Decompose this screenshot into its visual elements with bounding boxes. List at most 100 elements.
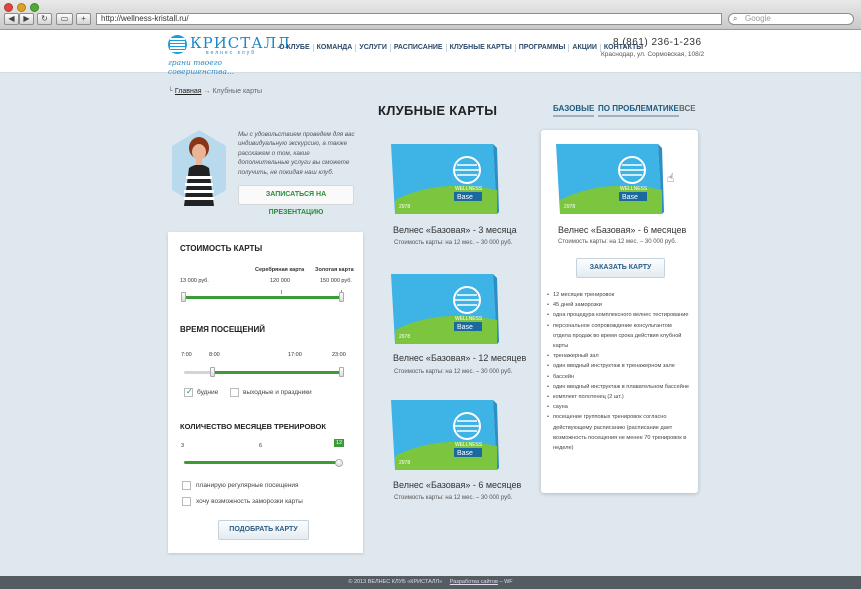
freeze-option-checkbox[interactable] bbox=[182, 497, 191, 506]
months-selected-badge: 12 bbox=[334, 439, 344, 447]
list-item: один вводный инструктаж в плавательном б… bbox=[547, 382, 690, 392]
featured-card-price: Стоимость карты: на 12 мес. – 30 000 руб… bbox=[558, 239, 677, 245]
card-year-text: 2978 bbox=[399, 204, 410, 210]
nav-item-club-cards[interactable]: КЛУБНЫЕ КАРТЫ bbox=[447, 44, 516, 52]
list-item: один вводный инструктаж в тренажерном за… bbox=[547, 361, 690, 371]
zoom-window-icon[interactable] bbox=[30, 3, 39, 12]
featured-card-panel: WELLNESS Base 2978 Велнес «Базовая» - 6 … bbox=[541, 130, 698, 493]
bookmarks-icon[interactable]: ▭ bbox=[56, 13, 73, 25]
silver-card-value: 120 000 bbox=[270, 278, 290, 284]
club-card-image[interactable]: WELLNESS Base 2978 bbox=[554, 140, 664, 220]
developer-link[interactable]: Разработка сайтов bbox=[450, 579, 498, 585]
signup-presentation-button[interactable]: ЗАПИСАТЬСЯ НА ПРЕЗЕНТАЦИЮ bbox=[238, 185, 354, 216]
cost-tick bbox=[281, 290, 282, 294]
months-tick-label: 6 bbox=[259, 443, 263, 449]
logo-subtitle: велнес клуб bbox=[206, 50, 257, 56]
card-base-text: Base bbox=[457, 450, 473, 457]
card-base-text: Base bbox=[457, 194, 473, 201]
footer-copyright: © 2013 ВЕЛНЕС КЛУБ «КРИСТАЛЛ» bbox=[348, 579, 443, 585]
freeze-option-label: хочу возможность заморозки карты bbox=[196, 498, 303, 505]
time-slider-max-handle[interactable] bbox=[339, 367, 344, 377]
card-title[interactable]: Велнес «Базовая» - 6 месяцев bbox=[393, 480, 521, 490]
nav-item-schedule[interactable]: РАСПИСАНИЕ bbox=[391, 44, 447, 52]
gold-card-value: 150 000 руб. bbox=[320, 278, 352, 284]
promo-text: Мы с удовольствием проведем для вас инди… bbox=[238, 131, 355, 176]
cost-slider-max-handle[interactable] bbox=[339, 292, 344, 302]
list-item: 45 дней заморозки bbox=[547, 300, 690, 310]
card-year-text: 2978 bbox=[399, 460, 410, 466]
breadcrumb-current: Клубные карты bbox=[212, 88, 263, 95]
order-card-button[interactable]: ЗАКАЗАТЬ КАРТУ bbox=[576, 258, 665, 278]
regular-visits-checkbox[interactable] bbox=[182, 481, 191, 490]
page-title: КЛУБНЫЕ КАРТЫ bbox=[378, 103, 498, 118]
logo-mark-icon bbox=[168, 35, 187, 54]
time-slider-min-handle[interactable] bbox=[210, 367, 215, 377]
club-card-image[interactable]: WELLNESS Base 2978 bbox=[389, 140, 499, 220]
find-card-button[interactable]: ПОДОБРАТЬ КАРТУ bbox=[218, 520, 309, 540]
breadcrumb-home[interactable]: Главная bbox=[175, 88, 202, 95]
hand-cursor-icon: ☝ bbox=[667, 171, 675, 185]
nav-item-services[interactable]: УСЛУГИ bbox=[356, 44, 391, 52]
months-filter-title: КОЛИЧЕСТВО МЕСЯЦЕВ ТРЕНИРОВОК bbox=[180, 422, 326, 431]
card-wellness-text: WELLNESS bbox=[455, 186, 483, 192]
club-card-image[interactable]: WELLNESS Base 2978 bbox=[389, 396, 499, 476]
breadcrumb-corner-icon: └ bbox=[168, 88, 173, 95]
list-item: 12 месяцев тренировок bbox=[547, 290, 690, 300]
close-window-icon[interactable] bbox=[4, 3, 13, 12]
minimize-window-icon[interactable] bbox=[17, 3, 26, 12]
card-price: Стоимость карты: на 12 мес. – 30 000 руб… bbox=[394, 369, 513, 375]
list-item: одна процедура комплексного велнес тести… bbox=[547, 310, 690, 320]
add-tab-icon[interactable]: + bbox=[76, 13, 91, 25]
browser-chrome: ◀ ▶ ↻ ▭ + http://wellness-kristall.ru/ ⌕… bbox=[0, 0, 861, 30]
time-tick-label: 8:00 bbox=[209, 352, 220, 358]
site-footer: © 2013 ВЕЛНЕС КЛУБ «КРИСТАЛЛ» Разработка… bbox=[0, 576, 861, 589]
card-price: Стоимость карты: на 12 мес. – 30 000 руб… bbox=[394, 495, 513, 501]
list-item: посещение групповых тренировок согласно … bbox=[547, 412, 690, 453]
site-logo[interactable]: КРИСТАЛЛ велнес клуб грани твоего соверш… bbox=[168, 33, 290, 76]
weekdays-checkbox[interactable] bbox=[184, 387, 193, 397]
list-item: сауна bbox=[547, 402, 690, 412]
nav-item-promotions[interactable]: АКЦИИ bbox=[569, 44, 601, 52]
time-tick-label: 7:00 bbox=[181, 352, 192, 358]
card-base-text: Base bbox=[622, 194, 638, 201]
address-bar[interactable]: http://wellness-kristall.ru/ bbox=[96, 13, 722, 25]
nav-item-about[interactable]: О КЛУБЕ bbox=[276, 44, 314, 52]
nav-item-programs[interactable]: ПРОГРАММЫ bbox=[516, 44, 570, 52]
club-card-image[interactable]: WELLNESS Base 2978 bbox=[389, 270, 499, 350]
gold-card-label: Золотая карта bbox=[315, 267, 354, 273]
cost-min-value: 13 000 руб. bbox=[180, 278, 209, 284]
nav-item-team[interactable]: КОМАНДА bbox=[314, 44, 357, 52]
card-price: Стоимость карты: на 12 мес. – 30 000 руб… bbox=[394, 240, 513, 246]
forward-icon[interactable]: ▶ bbox=[19, 13, 34, 25]
tab-all[interactable]: ВСЕ bbox=[679, 104, 696, 115]
tab-by-problem[interactable]: ПО ПРОБЛЕМАТИКЕ bbox=[598, 104, 679, 117]
weekdays-label: будние bbox=[197, 389, 219, 396]
breadcrumb: └ Главная → Клубные карты bbox=[168, 88, 262, 95]
card-base-text: Base bbox=[457, 324, 473, 331]
reload-icon[interactable]: ↻ bbox=[37, 13, 52, 25]
cost-slider-min-handle[interactable] bbox=[181, 292, 186, 302]
weekends-label: выходные и праздники bbox=[243, 389, 312, 396]
months-tick-label: 3 bbox=[181, 443, 185, 449]
card-wellness-text: WELLNESS bbox=[620, 186, 648, 192]
months-slider-track[interactable] bbox=[184, 461, 339, 464]
featured-card-title: Велнес «Базовая» - 6 месяцев bbox=[558, 225, 687, 235]
time-slider-range bbox=[212, 371, 343, 374]
search-icon: ⌕ bbox=[733, 14, 738, 23]
logo-slogan: грани твоего совершенства... bbox=[168, 58, 235, 76]
card-title[interactable]: Велнес «Базовая» - 12 месяцев bbox=[393, 353, 526, 363]
back-icon[interactable]: ◀ bbox=[4, 13, 19, 25]
address: Краснодар, ул. Сормовская, 108/2 bbox=[601, 51, 705, 58]
browser-search-placeholder: Google bbox=[745, 14, 771, 23]
site-header: КРИСТАЛЛ велнес клуб грани твоего соверш… bbox=[0, 30, 861, 76]
card-wellness-text: WELLNESS bbox=[455, 442, 483, 448]
cost-slider-track[interactable] bbox=[184, 296, 343, 299]
breadcrumb-separator: → bbox=[203, 88, 211, 95]
tab-basic[interactable]: БАЗОВЫЕ bbox=[553, 104, 595, 117]
card-title[interactable]: Велнес «Базовая» - 3 месяца bbox=[393, 225, 517, 235]
weekends-checkbox[interactable] bbox=[230, 388, 239, 397]
consultant-photo bbox=[172, 130, 226, 206]
months-slider-handle[interactable] bbox=[335, 459, 343, 467]
time-tick-label: 23:00 bbox=[332, 352, 346, 358]
browser-search-input[interactable]: ⌕ Google bbox=[728, 13, 854, 25]
